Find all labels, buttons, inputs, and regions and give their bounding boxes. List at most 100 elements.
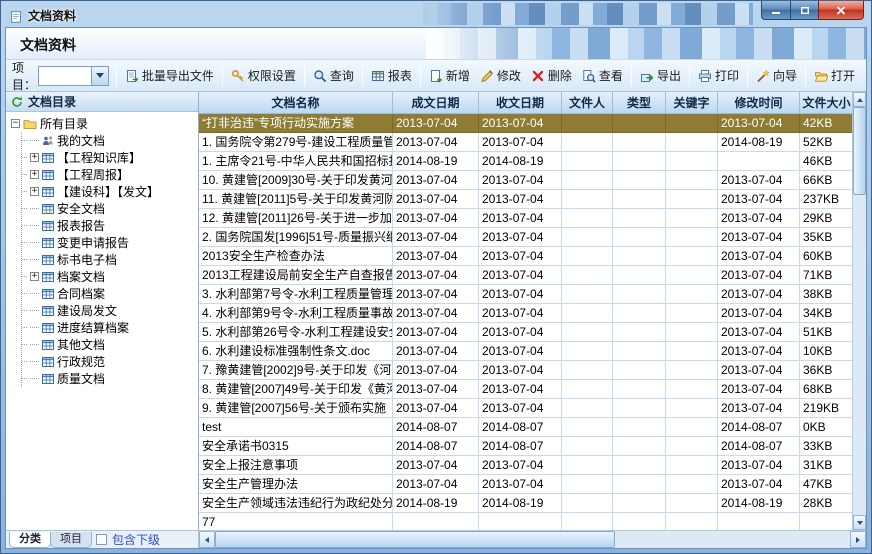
column-header[interactable]: 成文日期 <box>393 92 479 114</box>
table-row[interactable]: 6. 水利建设标准强制性条文.doc2013-07-042013-07-0420… <box>199 342 852 361</box>
add-button[interactable]: 新增 <box>424 63 475 88</box>
tree-item[interactable]: +【建设科】【发文】 <box>22 183 198 200</box>
tree-item[interactable]: 建设局发文 <box>22 302 198 319</box>
scroll-right-button[interactable] <box>850 531 866 548</box>
table-row[interactable]: 1. 主席令21号-中华人民共和国招标投2014-08-192014-08-19… <box>199 152 852 171</box>
table-row[interactable]: 2013安全生产检查办法2013-07-042013-07-042013-07-… <box>199 247 852 266</box>
table-cell <box>562 437 613 456</box>
table-row[interactable]: 9. 黄建管[2007]56号-关于颁布实施《2013-07-042013-07… <box>199 399 852 418</box>
view-button[interactable]: 查看 <box>577 63 628 88</box>
table-row[interactable]: 4. 水利部第9号令-水利工程质量事故处2013-07-042013-07-04… <box>199 304 852 323</box>
report-button[interactable]: 报表 <box>366 63 417 88</box>
table-row[interactable]: 7. 豫黄建管[2002]9号-关于印发《河南2013-07-042013-07… <box>199 361 852 380</box>
table-row[interactable]: 3. 水利部第7号令-水利工程质量管理规2013-07-042013-07-04… <box>199 285 852 304</box>
scroll-up-button[interactable] <box>853 92 866 107</box>
permission-button[interactable]: 权限设置 <box>226 63 301 88</box>
tree-item[interactable]: 标书电子档 <box>22 251 198 268</box>
titlebar[interactable]: 文档资料 <box>1 1 871 27</box>
window-title: 文档资料 <box>28 7 76 24</box>
open-button[interactable]: 打开 <box>809 63 860 88</box>
tab-classification[interactable]: 分类 <box>9 532 51 548</box>
table-row[interactable]: 10. 黄建管[2009]30号-关于印发黄河下2013-07-042013-0… <box>199 171 852 190</box>
table-row[interactable]: 8. 黄建管[2007]49号-关于印发《黄河2013-07-042013-07… <box>199 380 852 399</box>
collapse-icon[interactable]: − <box>11 119 20 128</box>
scroll-left-button[interactable] <box>199 531 215 548</box>
table-cell <box>666 114 718 133</box>
table-row[interactable]: 5. 水利部第26号令-水利工程建设安全2013-07-042013-07-04… <box>199 323 852 342</box>
table-cell: 51KB <box>800 323 852 342</box>
table-row[interactable]: 77 <box>199 513 852 530</box>
toolbar-button-label: 报表 <box>388 67 412 84</box>
maximize-button[interactable] <box>790 1 818 20</box>
delete-button[interactable]: 删除 <box>526 63 577 88</box>
expand-icon[interactable]: + <box>30 153 39 162</box>
table-row[interactable]: 2. 国务院国发[1996]51号-质量振兴纲2013-07-042013-07… <box>199 228 852 247</box>
table-row[interactable]: 2013工程建设局前安全生产自查报告2013-07-042013-07-0420… <box>199 266 852 285</box>
horizontal-scroll-thumb[interactable] <box>215 531 615 548</box>
modify-button[interactable]: 修改 <box>475 63 526 88</box>
table-cell: 2013-07-04 <box>393 209 479 228</box>
expand-icon[interactable]: + <box>30 272 39 281</box>
table-row[interactable]: 安全生产领域违法违纪行为政纪处分暂2014-08-192014-08-19201… <box>199 494 852 513</box>
table-cell: 2013-07-04 <box>718 456 800 475</box>
close-button[interactable] <box>818 1 864 20</box>
tree-item[interactable]: 进度结算档案 <box>22 319 198 336</box>
table-cell <box>718 152 800 171</box>
tree-item[interactable]: 合同档案 <box>22 285 198 302</box>
tree-item[interactable]: 报表报告 <box>22 217 198 234</box>
table-cell <box>562 513 613 530</box>
refresh-icon[interactable] <box>11 96 23 108</box>
vertical-scrollbar[interactable] <box>852 92 866 530</box>
expand-icon[interactable]: + <box>30 187 39 196</box>
tree-item[interactable]: +【工程知识库】 <box>22 149 198 166</box>
toolbar-button-label: 批量导出文件 <box>142 67 214 84</box>
scroll-down-button[interactable] <box>853 515 866 530</box>
tree-item[interactable]: 变更申请报告 <box>22 234 198 251</box>
column-header[interactable]: 类型 <box>613 92 666 114</box>
table-row[interactable]: test2014-08-072014-08-072014-08-070KB <box>199 418 852 437</box>
table-cell: 42KB <box>800 114 852 133</box>
print-icon <box>698 69 712 83</box>
wizard-button[interactable]: 向导 <box>751 63 802 88</box>
include-sublevel-checkbox[interactable] <box>96 534 107 545</box>
column-header[interactable]: 文件大小 <box>800 92 852 114</box>
table-cell: 36KB <box>800 361 852 380</box>
tree-item[interactable]: +【工程周报】 <box>22 166 198 183</box>
table-row[interactable]: “打非治违”专项行动实施方案2013-07-042013-07-042013-0… <box>199 114 852 133</box>
table-cell: 2013-07-04 <box>479 361 562 380</box>
column-header[interactable]: 关键字 <box>666 92 718 114</box>
vertical-scroll-thumb[interactable] <box>853 107 866 195</box>
tree-item[interactable]: 安全文档 <box>22 200 198 217</box>
table-cell <box>613 456 666 475</box>
tree-item[interactable]: 质量文档 <box>22 370 198 387</box>
table-row[interactable]: 12. 黄建管[2011]26号-关于进一步加强2013-07-042013-0… <box>199 209 852 228</box>
tree-item[interactable]: 行政规范 <box>22 353 198 370</box>
tree-item-root[interactable]: −所有目录 <box>11 115 198 132</box>
print-button[interactable]: 打印 <box>693 63 744 88</box>
export-icon <box>640 69 654 83</box>
table-row[interactable]: 安全承诺书03152014-08-072014-08-072014-08-073… <box>199 437 852 456</box>
chevron-down-icon[interactable] <box>91 67 108 85</box>
table-row[interactable]: 安全上报注意事项2013-07-042013-07-042013-07-0431… <box>199 456 852 475</box>
horizontal-scrollbar[interactable] <box>199 530 866 548</box>
table-row[interactable]: 11. 黄建管[2011]5号-关于印发黄河防2013-07-042013-07… <box>199 190 852 209</box>
expand-icon[interactable]: + <box>30 170 39 179</box>
query-button[interactable]: 查询 <box>308 63 359 88</box>
column-header[interactable]: 文档名称 <box>199 92 393 114</box>
tab-project[interactable]: 项目 <box>50 532 92 548</box>
tree-item[interactable]: 我的文档 <box>22 132 198 149</box>
table-cell: 2014-08-07 <box>393 437 479 456</box>
tree-item[interactable]: 其他文档 <box>22 336 198 353</box>
tree-item[interactable]: +档案文档 <box>22 268 198 285</box>
window-body: 文档资料 项目： 批量导出文件权限设置查询报表新增修改删除查看导出打印向导打开 … <box>5 27 867 549</box>
table-row[interactable]: 1. 国务院令第279号-建设工程质量管理2013-07-042013-07-0… <box>199 133 852 152</box>
project-select[interactable] <box>38 66 109 86</box>
column-header[interactable]: 收文日期 <box>479 92 562 114</box>
column-header[interactable]: 修改时间 <box>718 92 800 114</box>
minimize-button[interactable] <box>761 1 790 20</box>
export-button[interactable]: 导出 <box>635 63 686 88</box>
table-row[interactable]: 安全生产管理办法2013-07-042013-07-042013-07-0447… <box>199 475 852 494</box>
column-header[interactable]: 文件人 <box>562 92 613 114</box>
open-icon <box>814 69 828 83</box>
batch-export-button[interactable]: 批量导出文件 <box>120 63 219 88</box>
